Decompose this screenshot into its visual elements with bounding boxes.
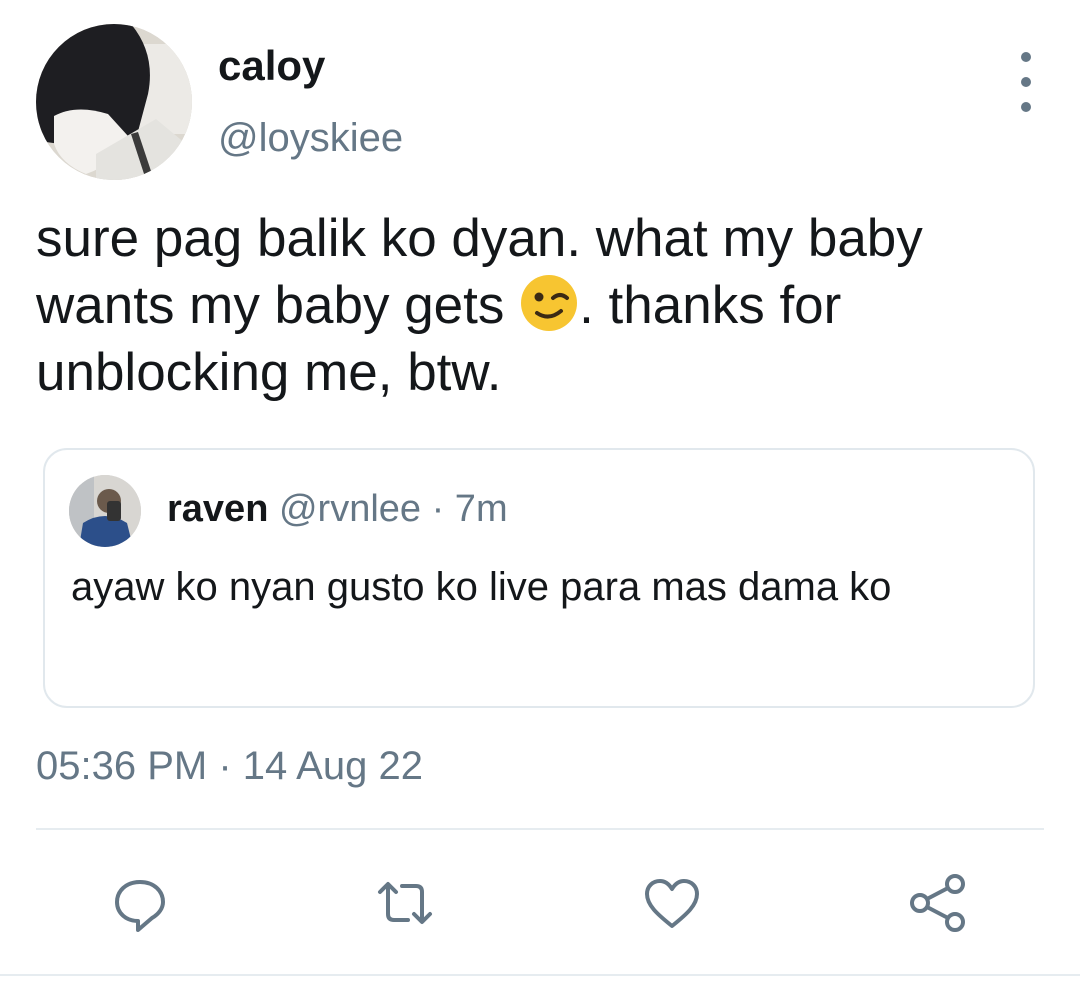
quoted-author-avatar[interactable] [69, 475, 141, 547]
divider [0, 974, 1080, 976]
author-name[interactable]: caloy [218, 42, 325, 90]
reply-icon [115, 880, 165, 932]
more-options-icon[interactable] [1008, 52, 1044, 112]
tweet-timestamp[interactable]: 05:36 PM · 14 Aug 22 [36, 744, 423, 789]
tweet-header: caloy @loyskiee [36, 24, 1044, 184]
quoted-author-name[interactable]: raven [167, 488, 268, 530]
author-avatar[interactable] [36, 24, 192, 180]
retweet-button[interactable] [370, 868, 440, 938]
reply-button[interactable] [105, 868, 175, 938]
retweet-icon [378, 882, 432, 924]
quoted-author-meta: @rvnlee · 7m [278, 488, 508, 530]
author-handle[interactable]: @loyskiee [218, 116, 403, 161]
heart-icon [645, 879, 699, 928]
share-button[interactable] [903, 868, 973, 938]
divider [36, 828, 1044, 830]
like-button[interactable] [637, 868, 707, 938]
winking-face-emoji-icon [519, 273, 579, 333]
share-icon [910, 874, 965, 932]
quoted-tweet[interactable]: raven @rvnlee · 7m ayaw ko nyan gusto ko… [43, 448, 1035, 708]
action-bar [0, 868, 1080, 938]
quoted-text: ayaw ko nyan gusto ko live para mas dama… [71, 565, 892, 609]
quoted-header: raven @rvnlee · 7m [167, 488, 508, 531]
tweet-text: sure pag balik ko dyan. what my baby wan… [36, 205, 1046, 406]
